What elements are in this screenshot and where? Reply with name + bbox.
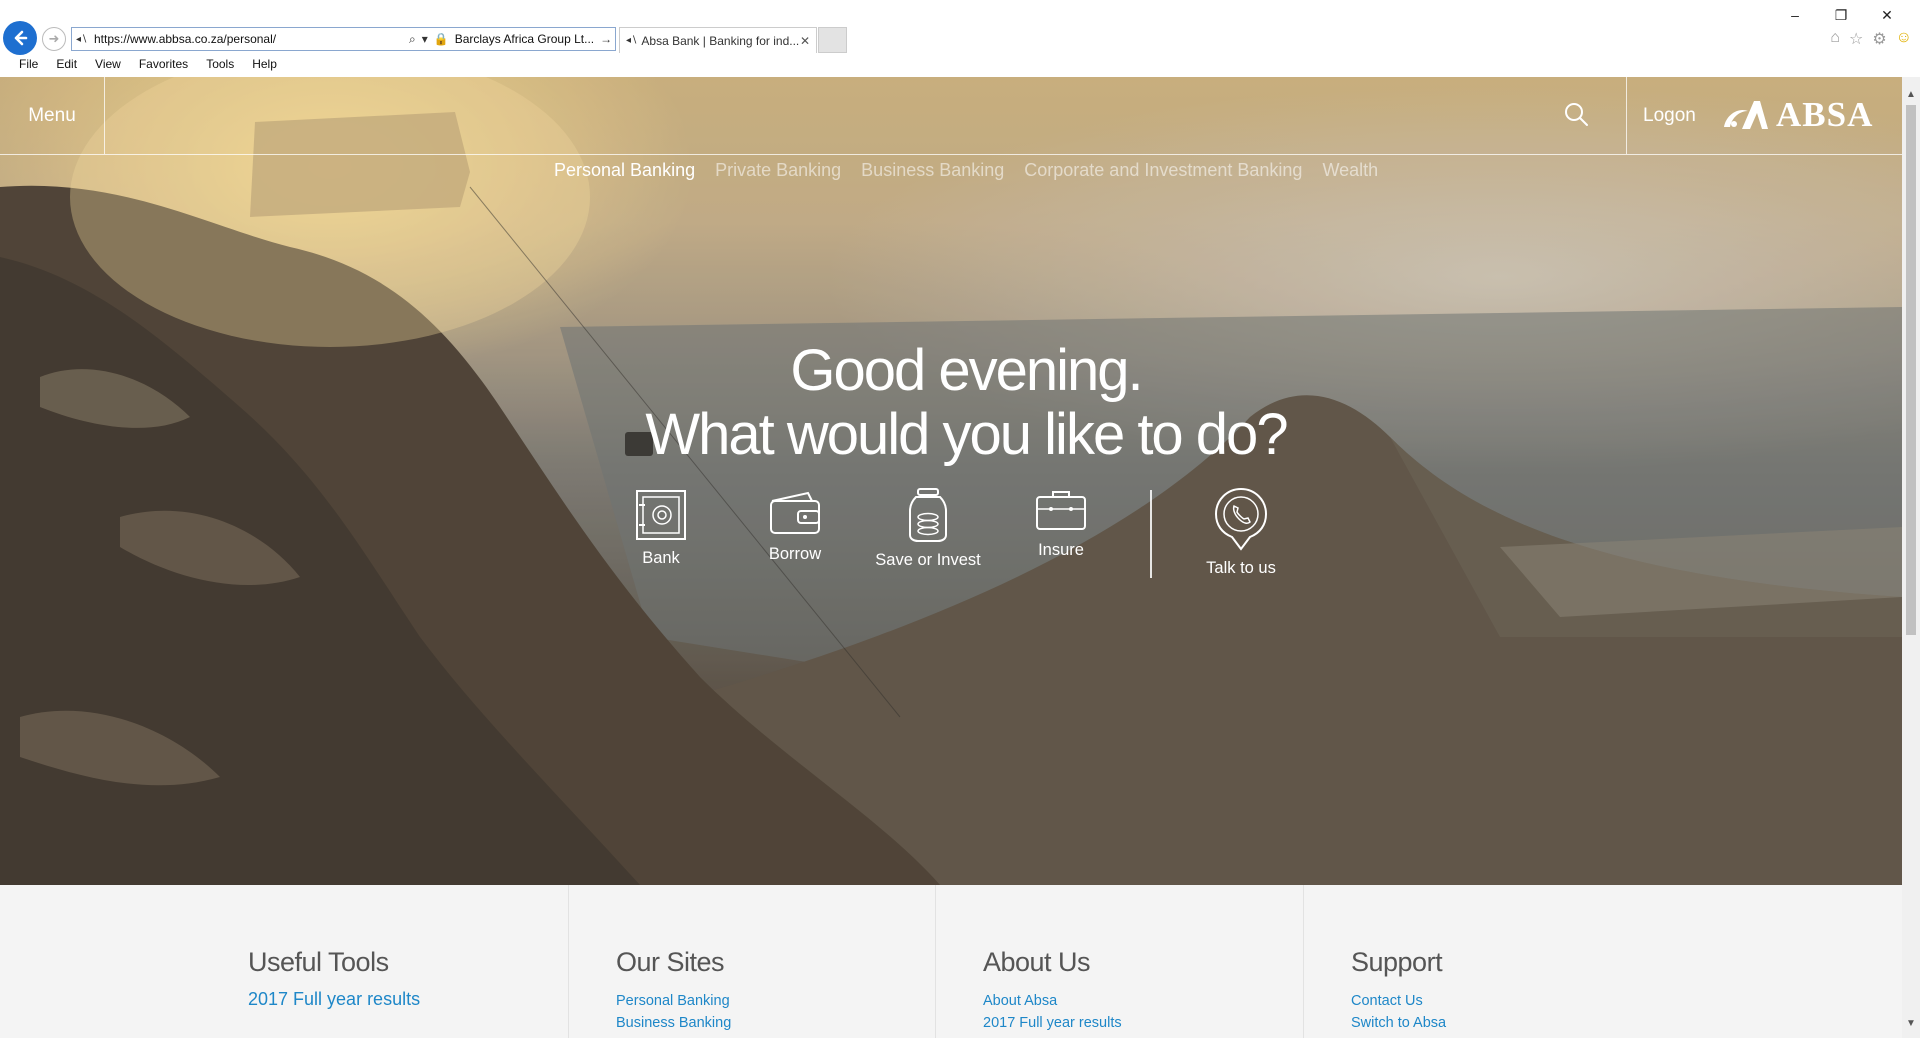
search-icon[interactable]: ⌕ bbox=[409, 32, 416, 47]
wallet-icon bbox=[770, 491, 820, 534]
action-talk-to-us[interactable]: Talk to us bbox=[1196, 487, 1286, 578]
footer-title-useful-tools: Useful Tools bbox=[248, 947, 389, 977]
absa-logo[interactable]: ABSA bbox=[1720, 95, 1873, 135]
absa-logo-text: ABSA bbox=[1776, 95, 1874, 134]
header-divider bbox=[1626, 77, 1627, 154]
absa-mark-icon bbox=[1724, 101, 1768, 129]
home-icon[interactable]: ⌂ bbox=[1830, 29, 1840, 49]
footer-title-support: Support bbox=[1351, 947, 1443, 977]
browser-chrome: – ❐ ✕ ➜ ◂∖ https://www.abbsa.co.za/perso… bbox=[0, 0, 1920, 77]
star-icon[interactable]: ☆ bbox=[1849, 29, 1863, 49]
menu-tools[interactable]: Tools bbox=[197, 55, 243, 76]
greeting: Good evening. What would you like to do? bbox=[0, 339, 1902, 467]
footer: Useful Tools 2017 Full year results Our … bbox=[0, 885, 1902, 1038]
scroll-down-icon[interactable]: ▼ bbox=[1902, 1014, 1920, 1032]
go-arrow-icon[interactable]: → bbox=[600, 32, 612, 46]
footer-link[interactable]: About Absa bbox=[983, 993, 1057, 1009]
window-controls: – ❐ ✕ bbox=[1772, 4, 1910, 26]
footer-title-about-us: About Us bbox=[983, 947, 1091, 977]
scroll-thumb[interactable] bbox=[1906, 105, 1916, 635]
action-bank-label: Bank bbox=[642, 549, 680, 567]
lock-icon: 🔒 bbox=[433, 32, 449, 46]
site-header: Menu Logon ABSA bbox=[0, 77, 1902, 155]
tab-close-icon[interactable]: ✕ bbox=[800, 34, 810, 48]
segment-business-banking[interactable]: Business Banking bbox=[861, 160, 1004, 181]
tab-title: Absa Bank | Banking for ind... bbox=[641, 33, 800, 48]
coin-jar-icon bbox=[909, 488, 947, 542]
minimize-button[interactable]: – bbox=[1772, 4, 1818, 26]
page-viewport: Menu Logon ABSA Personal Banking Private… bbox=[0, 77, 1902, 1038]
logon-button[interactable]: Logon bbox=[1643, 77, 1696, 154]
forward-button[interactable]: ➜ bbox=[42, 27, 66, 51]
browser-menubar: File Edit View Favorites Tools Help bbox=[0, 55, 286, 76]
dropdown-icon[interactable]: ▾ bbox=[422, 32, 428, 46]
menu-edit[interactable]: Edit bbox=[47, 55, 86, 76]
segment-wealth[interactable]: Wealth bbox=[1322, 160, 1378, 181]
footer-link[interactable]: Switch to Absa bbox=[1351, 1015, 1446, 1031]
absa-favicon-icon: ◂∖ bbox=[76, 33, 88, 45]
footer-link[interactable]: 2017 Full year results bbox=[983, 1015, 1122, 1031]
footer-link[interactable]: Personal Banking bbox=[616, 993, 730, 1009]
action-save-or-invest-label: Save or Invest bbox=[875, 551, 981, 569]
browser-tab[interactable]: ◂∖ Absa Bank | Banking for ind... ✕ bbox=[619, 27, 817, 53]
browser-toolbar-icons: ⌂ ☆ ⚙ ☺ bbox=[1830, 29, 1912, 49]
action-talk-to-us-label: Talk to us bbox=[1206, 559, 1276, 577]
action-borrow-label: Borrow bbox=[768, 545, 822, 563]
arrow-left-icon bbox=[14, 30, 28, 46]
new-tab-button[interactable] bbox=[818, 27, 847, 53]
greeting-line-2: What would you like to do? bbox=[645, 402, 1288, 467]
back-button[interactable] bbox=[3, 21, 37, 55]
action-insure[interactable]: Insure bbox=[1030, 489, 1092, 560]
greeting-line-1: Good evening. bbox=[790, 338, 1143, 403]
actions-divider bbox=[1150, 490, 1152, 578]
menu-help[interactable]: Help bbox=[243, 55, 286, 76]
footer-divider bbox=[935, 885, 936, 1038]
certificate-label[interactable]: Barclays Africa Group Lt... bbox=[455, 32, 594, 46]
smiley-icon[interactable]: ☺ bbox=[1896, 29, 1912, 49]
phone-pin-icon bbox=[1214, 487, 1268, 551]
menu-label: Menu bbox=[28, 104, 76, 126]
menu-favorites[interactable]: Favorites bbox=[130, 55, 197, 76]
address-bar[interactable]: ◂∖ https://www.abbsa.co.za/personal/ ⌕ ▾… bbox=[71, 27, 616, 51]
hero-section: Menu Logon ABSA Personal Banking Private… bbox=[0, 77, 1902, 885]
segment-private-banking[interactable]: Private Banking bbox=[715, 160, 841, 181]
search-icon bbox=[1565, 103, 1588, 126]
footer-divider bbox=[568, 885, 569, 1038]
logon-label: Logon bbox=[1643, 104, 1696, 126]
menu-view[interactable]: View bbox=[86, 55, 130, 76]
footer-title-our-sites: Our Sites bbox=[616, 947, 725, 977]
close-button[interactable]: ✕ bbox=[1864, 4, 1910, 26]
footer-divider bbox=[1303, 885, 1304, 1038]
absa-favicon-icon: ◂∖ bbox=[626, 35, 638, 46]
footer-link[interactable]: Contact Us bbox=[1351, 993, 1423, 1009]
briefcase-icon bbox=[1036, 491, 1086, 530]
search-button[interactable] bbox=[1560, 98, 1594, 132]
address-url[interactable]: https://www.abbsa.co.za/personal/ bbox=[94, 32, 409, 46]
segment-corporate-investment-banking[interactable]: Corporate and Investment Banking bbox=[1024, 160, 1302, 181]
scroll-up-icon[interactable]: ▲ bbox=[1902, 85, 1920, 103]
action-borrow[interactable]: Borrow bbox=[760, 489, 830, 564]
segment-personal-banking[interactable]: Personal Banking bbox=[554, 160, 695, 181]
safe-icon bbox=[636, 490, 686, 540]
page-scrollbar[interactable]: ▲ ▼ bbox=[1902, 77, 1920, 1038]
footer-link[interactable]: Business Banking bbox=[616, 1015, 731, 1031]
restore-button[interactable]: ❐ bbox=[1818, 4, 1864, 26]
arrow-right-icon: ➜ bbox=[48, 31, 60, 46]
footer-link[interactable]: 2017 Full year results bbox=[248, 989, 420, 1010]
action-insure-label: Insure bbox=[1038, 541, 1084, 559]
gear-icon[interactable]: ⚙ bbox=[1872, 29, 1886, 49]
hero-overlay bbox=[0, 77, 1902, 885]
action-bank[interactable]: Bank bbox=[630, 489, 692, 568]
menu-button[interactable]: Menu bbox=[0, 77, 105, 154]
menu-file[interactable]: File bbox=[0, 55, 47, 76]
action-save-or-invest[interactable]: Save or Invest bbox=[875, 487, 981, 570]
